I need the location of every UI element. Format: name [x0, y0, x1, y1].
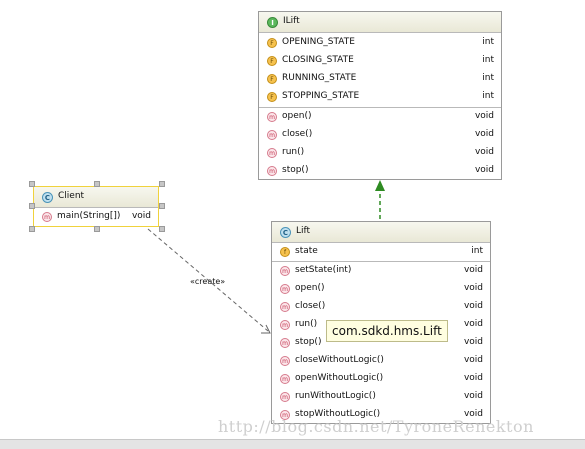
method-type: void [463, 283, 483, 293]
ilift-method-row[interactable]: m run() void [259, 144, 501, 162]
ilift-method-row[interactable]: m close() void [259, 126, 501, 144]
field-name: STOPPING_STATE [282, 91, 360, 101]
field-name: OPENING_STATE [282, 37, 355, 47]
field-type: int [471, 246, 483, 256]
tooltip: com.sdkd.hms.Lift [326, 320, 448, 342]
static-final-field-icon: F [267, 74, 277, 84]
client-name: Client [58, 191, 85, 201]
method-name: open() [295, 283, 325, 293]
static-final-field-icon: F [267, 92, 277, 102]
selection-handle[interactable] [159, 226, 165, 232]
method-type: void [463, 373, 483, 383]
method-type: void [463, 391, 483, 401]
ilift-field-row[interactable]: F STOPPING_STATE int [259, 88, 501, 106]
method-name: stop() [282, 165, 309, 175]
method-name: run() [282, 147, 305, 157]
ilift-field-row[interactable]: F OPENING_STATE int [259, 34, 501, 52]
method-name: close() [295, 301, 326, 311]
ilift-name: ILift [283, 16, 300, 26]
method-icon: m [280, 338, 290, 348]
selection-handle[interactable] [29, 226, 35, 232]
static-method-icon: m [42, 212, 52, 222]
ilift-method-row[interactable]: m stop() void [259, 162, 501, 180]
field-type: int [482, 91, 494, 101]
static-final-field-icon: F [267, 38, 277, 48]
lift-method-row[interactable]: m close() void [272, 298, 490, 316]
private-field-icon: f [280, 247, 290, 257]
selection-handle[interactable] [159, 203, 165, 209]
field-name: state [295, 246, 318, 256]
method-type: void [131, 211, 151, 221]
method-name: setState(int) [295, 265, 352, 275]
abstract-method-icon: m [267, 130, 277, 140]
lift-method-row[interactable]: m setState(int) void [272, 262, 490, 280]
method-type: void [463, 265, 483, 275]
method-icon: m [280, 302, 290, 312]
client-method-row[interactable]: m main(String[]) void [34, 208, 158, 226]
realization-arrowhead [375, 180, 385, 191]
lift-method-row[interactable]: m openWithoutLogic() void [272, 370, 490, 388]
selection-handle[interactable] [94, 226, 100, 232]
lift-name: Lift [296, 226, 311, 236]
ilift-field-row[interactable]: F CLOSING_STATE int [259, 52, 501, 70]
lift-method-row[interactable]: m closeWithoutLogic() void [272, 352, 490, 370]
lift-method-row[interactable]: m open() void [272, 280, 490, 298]
method-type: void [463, 319, 483, 329]
method-name: closeWithoutLogic() [295, 355, 384, 365]
method-icon: m [280, 356, 290, 366]
method-icon: m [280, 284, 290, 294]
ilift-method-row[interactable]: m open() void [259, 108, 501, 126]
field-type: int [482, 55, 494, 65]
abstract-method-icon: m [267, 112, 277, 122]
field-type: int [482, 73, 494, 83]
method-icon: m [280, 392, 290, 402]
method-name: run() [295, 319, 318, 329]
method-name: stop() [295, 337, 322, 347]
watermark: http://blog.csdn.net/TyroneRenekton [218, 417, 534, 436]
field-name: CLOSING_STATE [282, 55, 354, 65]
method-name: runWithoutLogic() [295, 391, 376, 401]
abstract-method-icon: m [267, 166, 277, 176]
method-type: void [474, 111, 494, 121]
method-name: open() [282, 111, 312, 121]
ilift-field-row[interactable]: F RUNNING_STATE int [259, 70, 501, 88]
interface-ilift[interactable]: I ILift F OPENING_STATE int F CLOSING_ST… [258, 11, 502, 180]
method-type: void [474, 165, 494, 175]
class-icon: C [280, 227, 291, 238]
method-icon: m [280, 320, 290, 330]
ilift-header: I ILift [259, 12, 501, 33]
abstract-method-icon: m [267, 148, 277, 158]
class-icon: C [42, 192, 53, 203]
method-type: void [463, 337, 483, 347]
class-client[interactable]: C Client m main(String[]) void [33, 186, 159, 227]
client-header: C Client [34, 187, 158, 208]
method-icon: m [280, 374, 290, 384]
selection-handle[interactable] [159, 181, 165, 187]
create-stereotype-label: «create» [190, 277, 226, 286]
method-type: void [463, 355, 483, 365]
method-name: close() [282, 129, 313, 139]
static-final-field-icon: F [267, 56, 277, 66]
dependency-arrowhead [261, 324, 271, 334]
method-type: void [474, 147, 494, 157]
selection-handle[interactable] [29, 181, 35, 187]
selection-handle[interactable] [29, 203, 35, 209]
lift-method-row[interactable]: m runWithoutLogic() void [272, 388, 490, 406]
lift-field-row[interactable]: f state int [272, 243, 490, 261]
method-type: void [463, 301, 483, 311]
method-icon: m [280, 266, 290, 276]
method-name: main(String[]) [57, 211, 121, 221]
selection-handle[interactable] [94, 181, 100, 187]
lift-header: C Lift [272, 222, 490, 243]
field-name: RUNNING_STATE [282, 73, 357, 83]
interface-icon: I [267, 17, 278, 28]
method-type: void [474, 129, 494, 139]
field-type: int [482, 37, 494, 47]
method-name: openWithoutLogic() [295, 373, 384, 383]
